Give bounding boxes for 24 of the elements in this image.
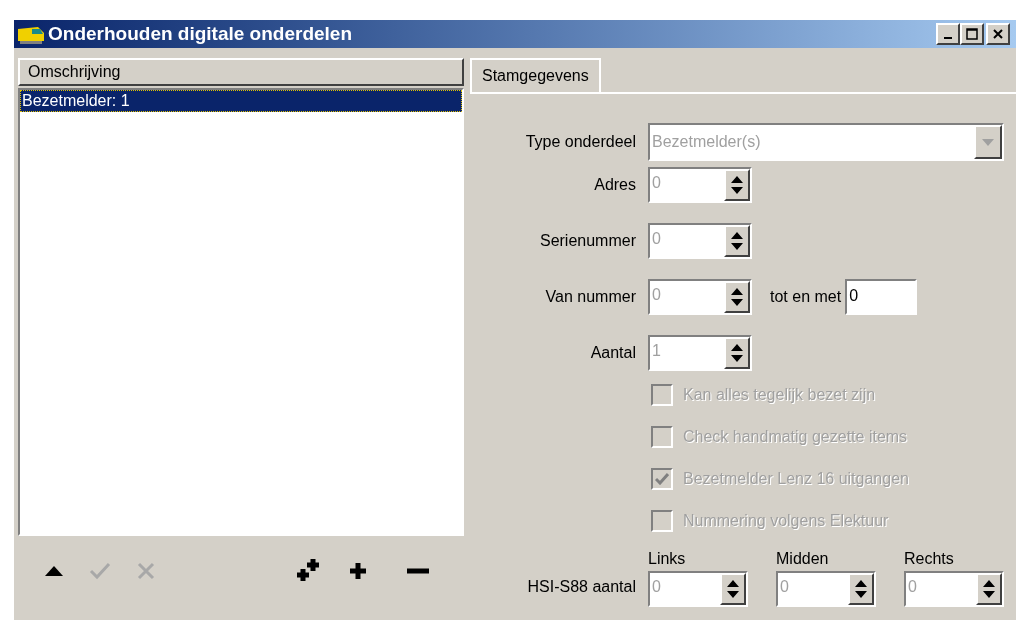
window-title: Onderhouden digitale onderdelen [48,21,354,46]
list-item[interactable]: Bezetmelder: 1 [20,90,462,112]
column-label: Rechts [904,549,955,569]
field-label: Type onderdeel [524,132,636,152]
field-label: HSI-S88 aantal [526,577,636,597]
close-icon [993,29,1003,39]
close-button[interactable] [986,23,1010,45]
field-label: tot en met [770,287,842,307]
column-header[interactable]: Omschrijving [18,58,464,86]
tab[interactable]: Stamgegevens [470,58,601,92]
minus-icon[interactable] [407,568,429,574]
field-label: Serienummer [538,231,636,251]
column-label: Links [648,549,687,569]
field-label: Van nummer [544,287,636,307]
minimize-icon [944,37,952,39]
field-label: Adres [593,175,636,195]
column-label: Midden [776,549,830,569]
plus-icon[interactable] [349,562,367,580]
maximize-icon [966,28,978,40]
field-label: Aantal [589,343,636,363]
maximize-button[interactable] [960,23,984,45]
up-arrow-icon[interactable] [45,566,63,576]
minimize-button[interactable] [936,23,960,45]
check-icon [655,473,669,485]
